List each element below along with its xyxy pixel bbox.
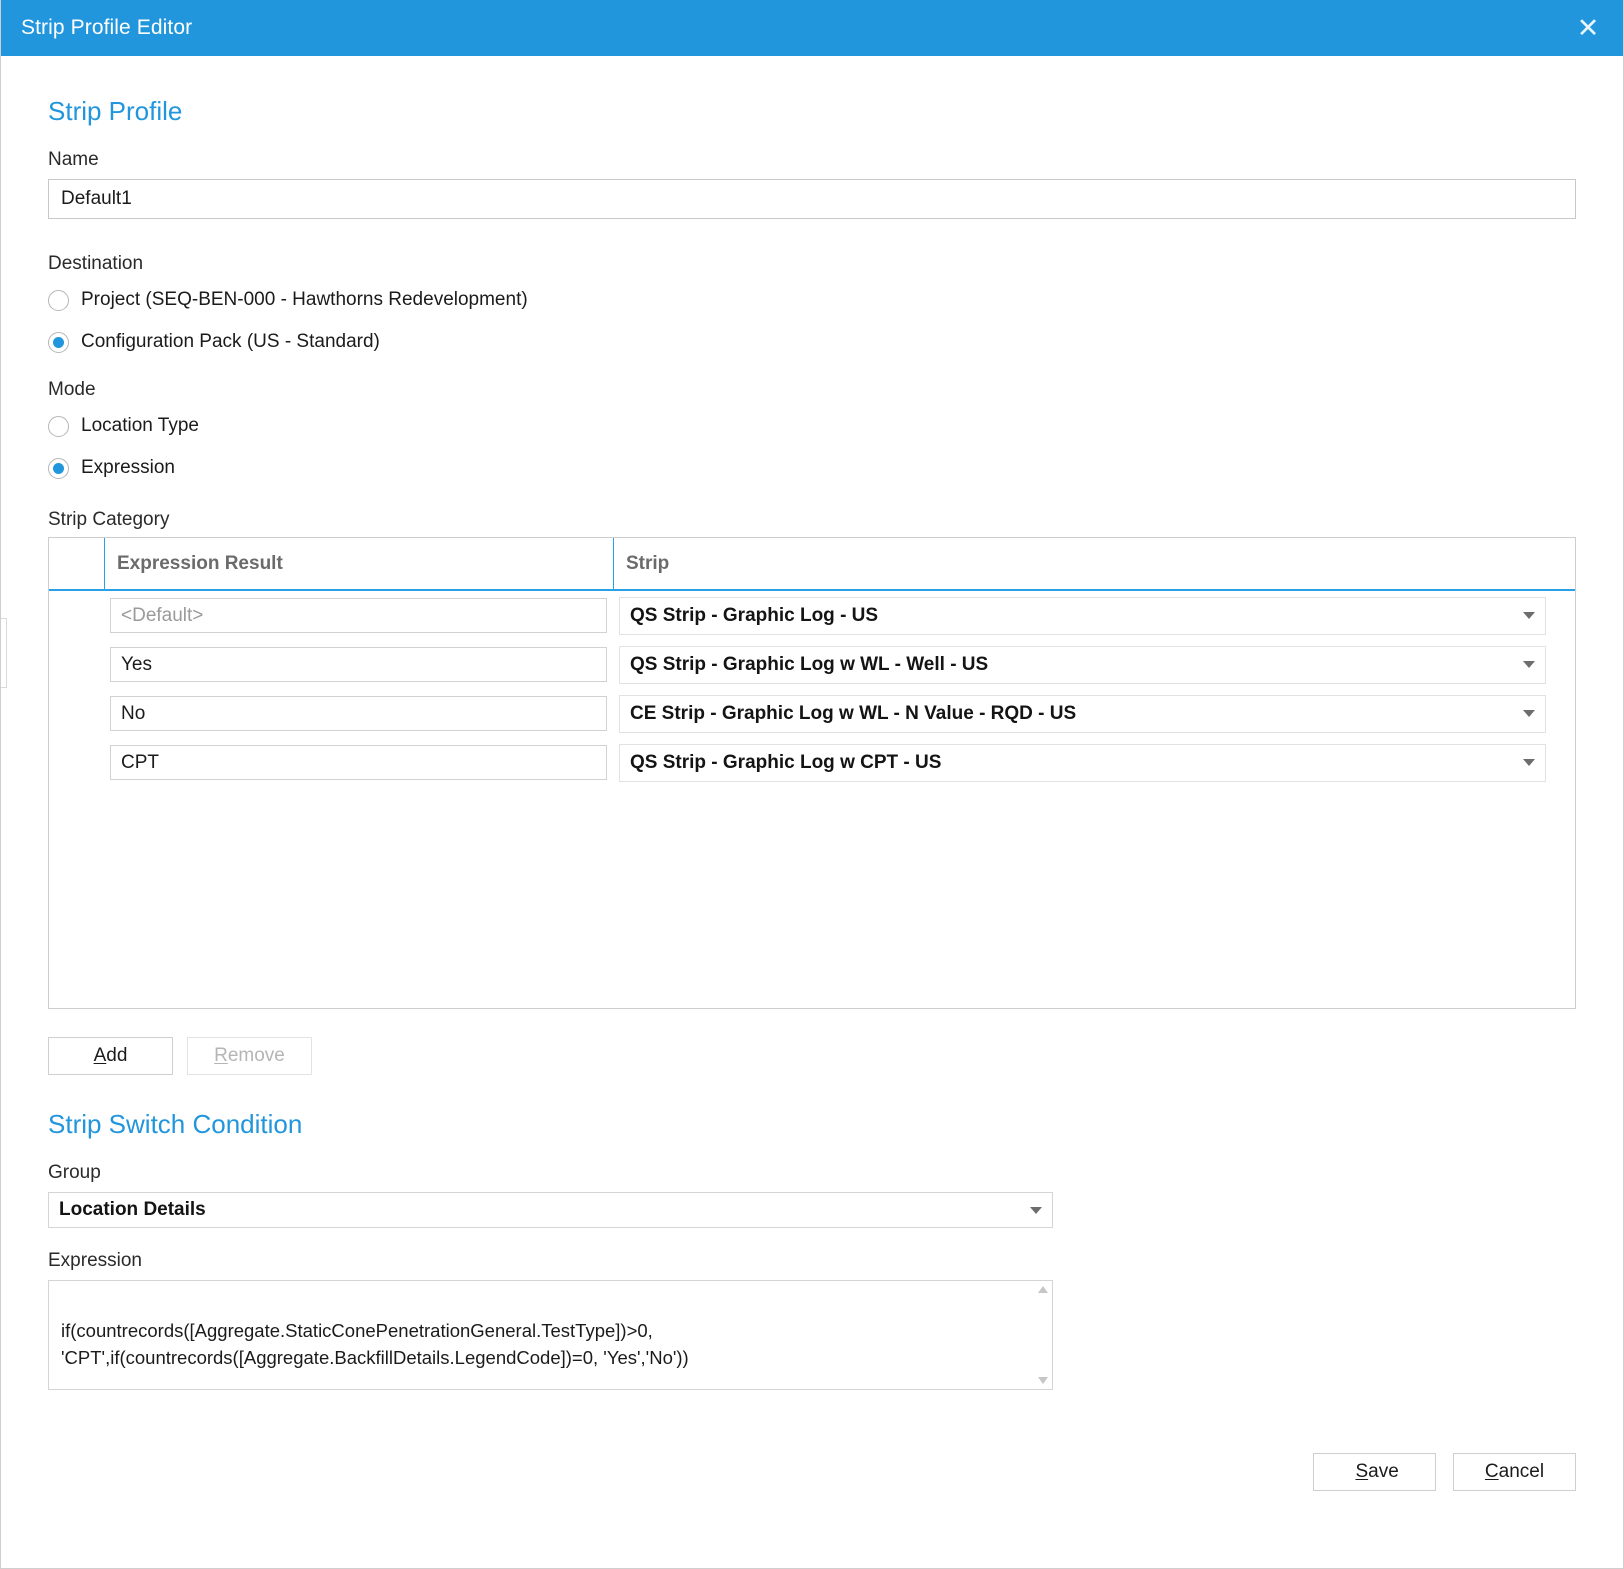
expression-result-input[interactable]: Yes <box>110 647 607 682</box>
radio-icon-checked <box>48 331 69 353</box>
dialog-content: Strip Profile Name Default1 Destination … <box>1 56 1623 1568</box>
strip-dropdown-value: QS Strip - Graphic Log w CPT - US <box>630 751 942 773</box>
grid-header-strip[interactable]: Strip <box>613 538 1575 589</box>
strip-dropdown[interactable]: QS Strip - Graphic Log w WL - Well - US <box>619 645 1546 684</box>
table-row[interactable]: CPT QS Strip - Graphic Log w CPT - US <box>49 738 1575 787</box>
strip-category-grid: Expression Result Strip <Default> QS Str… <box>48 537 1576 1009</box>
scroll-up-icon[interactable] <box>1037 1286 1048 1293</box>
table-row[interactable]: No CE Strip - Graphic Log w WL - N Value… <box>49 689 1575 738</box>
strip-dropdown-value: CE Strip - Graphic Log w WL - N Value - … <box>630 702 1077 724</box>
save-button[interactable]: Save <box>1313 1453 1436 1491</box>
radio-mode-expression[interactable]: Expression <box>48 449 1576 487</box>
chevron-down-icon[interactable] <box>1030 1206 1042 1214</box>
expression-result-input[interactable]: CPT <box>110 745 607 780</box>
scroll-down-icon[interactable] <box>1037 1377 1048 1384</box>
row-selector[interactable] <box>49 738 104 787</box>
cell-strip[interactable]: CE Strip - Graphic Log w WL - N Value - … <box>613 694 1575 733</box>
radio-destination-configuration-pack-label: Configuration Pack (US - Standard) <box>81 331 380 352</box>
table-row[interactable]: Yes QS Strip - Graphic Log w WL - Well -… <box>49 640 1575 689</box>
add-button-accel: A <box>93 1045 107 1066</box>
chevron-down-icon[interactable] <box>1523 661 1535 668</box>
cell-strip[interactable]: QS Strip - Graphic Log w CPT - US <box>613 743 1575 782</box>
expression-result-input[interactable]: <Default> <box>110 598 607 633</box>
cancel-button-accel: C <box>1484 1461 1499 1482</box>
strip-dropdown-value: QS Strip - Graphic Log - US <box>630 604 879 626</box>
add-button-rest: dd <box>106 1045 128 1066</box>
cell-expression-result[interactable]: <Default> <box>104 598 613 633</box>
strip-dropdown[interactable]: QS Strip - Graphic Log w CPT - US <box>619 743 1546 782</box>
group-dropdown-value: Location Details <box>59 1199 206 1220</box>
grid-action-buttons: Add Remove <box>48 1037 1576 1075</box>
name-input[interactable]: Default1 <box>48 179 1576 219</box>
group-label: Group <box>48 1162 101 1183</box>
cell-expression-result[interactable]: CPT <box>104 745 613 780</box>
strip-category-label: Strip Category <box>48 509 170 530</box>
radio-destination-configuration-pack[interactable]: Configuration Pack (US - Standard) <box>48 323 1576 361</box>
cancel-button-rest: ancel <box>1498 1461 1545 1482</box>
expression-scrollbar[interactable] <box>1034 1282 1051 1388</box>
radio-icon-checked <box>48 457 69 479</box>
cell-expression-result[interactable]: No <box>104 696 613 731</box>
cancel-button[interactable]: Cancel <box>1453 1453 1576 1491</box>
remove-button[interactable]: Remove <box>187 1037 312 1075</box>
window-title: Strip Profile Editor <box>21 16 193 39</box>
add-button[interactable]: Add <box>48 1037 173 1075</box>
mode-label: Mode <box>48 379 96 400</box>
table-row[interactable]: <Default> QS Strip - Graphic Log - US <box>49 591 1575 640</box>
remove-button-rest: emove <box>227 1045 285 1066</box>
strip-profile-editor-window: Strip Profile Editor ✕ Strip Profile Nam… <box>0 0 1624 1569</box>
strip-dropdown[interactable]: CE Strip - Graphic Log w WL - N Value - … <box>619 694 1546 733</box>
chevron-down-icon[interactable] <box>1523 612 1535 619</box>
row-selector[interactable] <box>49 640 104 689</box>
cell-strip[interactable]: QS Strip - Graphic Log w WL - Well - US <box>613 645 1575 684</box>
radio-mode-location-type[interactable]: Location Type <box>48 407 1576 445</box>
radio-destination-project-label: Project (SEQ-BEN-000 - Hawthorns Redevel… <box>81 289 528 310</box>
expression-label: Expression <box>48 1250 142 1271</box>
group-dropdown[interactable]: Location Details <box>48 1192 1053 1228</box>
close-icon[interactable]: ✕ <box>1571 11 1605 45</box>
grid-header-expression-result[interactable]: Expression Result <box>104 538 613 589</box>
save-button-rest: ave <box>1368 1461 1399 1482</box>
strip-profile-section-title: Strip Profile <box>48 96 183 126</box>
chevron-down-icon[interactable] <box>1523 710 1535 717</box>
titlebar: Strip Profile Editor ✕ <box>1 0 1623 56</box>
radio-icon-unchecked <box>48 289 69 311</box>
strip-dropdown[interactable]: QS Strip - Graphic Log - US <box>619 596 1546 635</box>
expression-result-input[interactable]: No <box>110 696 607 731</box>
strip-dropdown-value: QS Strip - Graphic Log w WL - Well - US <box>630 653 989 675</box>
radio-destination-project[interactable]: Project (SEQ-BEN-000 - Hawthorns Redevel… <box>48 281 1576 319</box>
radio-icon-unchecked <box>48 415 69 437</box>
destination-label: Destination <box>48 253 144 274</box>
remove-button-accel: R <box>214 1045 228 1066</box>
chevron-down-icon[interactable] <box>1523 759 1535 766</box>
row-selector[interactable] <box>49 689 104 738</box>
save-button-accel: S <box>1355 1461 1369 1482</box>
name-label: Name <box>48 149 99 170</box>
dialog-footer: Save Cancel <box>1313 1453 1576 1491</box>
cell-expression-result[interactable]: Yes <box>104 647 613 682</box>
grid-header-selector <box>49 538 104 589</box>
expression-textarea[interactable]: if(countrecords([Aggregate.StaticConePen… <box>48 1280 1053 1390</box>
grid-header-row: Expression Result Strip <box>49 538 1575 591</box>
row-selector[interactable] <box>49 591 104 640</box>
radio-mode-location-type-label: Location Type <box>81 415 199 436</box>
cell-strip[interactable]: QS Strip - Graphic Log - US <box>613 596 1575 635</box>
radio-mode-expression-label: Expression <box>81 457 175 478</box>
strip-switch-condition-title: Strip Switch Condition <box>48 1109 303 1139</box>
expression-text: if(countrecords([Aggregate.StaticConePen… <box>61 1320 787 1368</box>
